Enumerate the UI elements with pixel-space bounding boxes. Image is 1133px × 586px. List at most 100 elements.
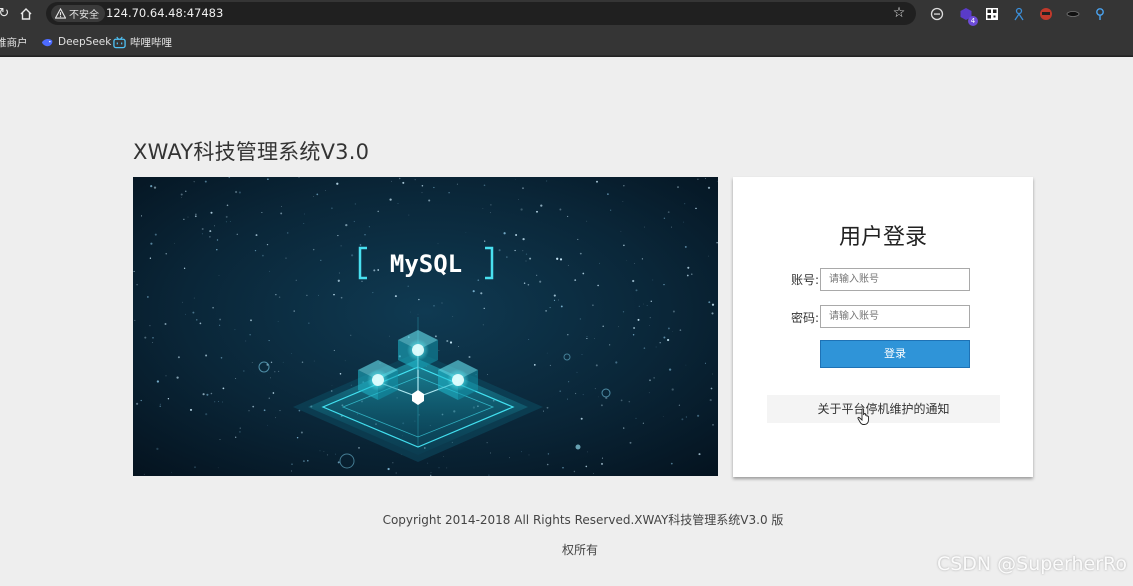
star-dot (437, 243, 439, 245)
star-dot (684, 245, 687, 248)
star-dot (623, 185, 625, 187)
star-dot (229, 221, 231, 222)
star-dot (136, 283, 138, 286)
bookmark-item-deepseek[interactable]: DeepSeek (41, 34, 111, 50)
star-dot (302, 460, 305, 463)
extension-figure-icon[interactable] (1010, 5, 1028, 23)
login-button[interactable]: 登录 (820, 340, 970, 368)
star-dot (620, 399, 623, 402)
account-input[interactable] (820, 268, 970, 291)
warning-icon (55, 8, 66, 19)
star-dot (301, 361, 304, 363)
star-dot (337, 279, 340, 282)
zoom-out-icon[interactable] (928, 5, 946, 23)
star-dot (156, 447, 159, 451)
star-dot (293, 310, 295, 312)
extension-glasses-icon[interactable] (1064, 5, 1082, 23)
star-dot (206, 393, 209, 396)
password-input[interactable] (820, 305, 970, 328)
star-dot (304, 213, 305, 215)
extension-hexagon-icon[interactable]: 4 (957, 5, 978, 26)
star-dot (567, 264, 569, 266)
star-dot (181, 196, 182, 198)
star-dot (449, 341, 453, 344)
star-dot (267, 424, 268, 426)
star-dot (577, 238, 579, 240)
star-dot (373, 269, 376, 272)
bookmark-label: 唯商户 (0, 36, 28, 49)
star-dot (600, 462, 604, 465)
star-dot (434, 335, 437, 338)
star-dot (278, 296, 281, 298)
star-dot (291, 463, 293, 465)
star-dot (337, 235, 339, 237)
star-dot (255, 234, 258, 237)
star-dot (655, 346, 657, 348)
star-dot (275, 294, 277, 296)
star-dot (216, 239, 219, 241)
star-dot (712, 373, 713, 375)
url-text[interactable]: 124.70.64.48:47483 (106, 2, 223, 25)
star-dot (410, 311, 411, 313)
star-dot (599, 262, 600, 264)
star-dot (235, 190, 238, 194)
star-dot (372, 292, 374, 294)
mysql-banner-image: MySQL (133, 177, 718, 476)
star-dot (388, 335, 390, 337)
star-dot (441, 302, 443, 304)
star-dot (446, 339, 449, 343)
star-dot (333, 349, 335, 351)
star-dot (143, 473, 145, 475)
star-dot (573, 470, 576, 473)
csdn-watermark: CSDN @SuperherRo (936, 553, 1127, 575)
star-dot (581, 354, 583, 355)
maintenance-notice-link[interactable]: 关于平台停机维护的通知 (767, 395, 1000, 423)
star-dot (209, 230, 212, 233)
star-dot (345, 223, 348, 227)
star-dot (316, 193, 319, 196)
reload-icon[interactable]: ↻ (0, 4, 14, 24)
address-bar[interactable]: 不安全 124.70.64.48:47483 ☆ (46, 2, 916, 25)
account-label: 账号: (790, 273, 819, 287)
star-dot (708, 301, 711, 304)
star-dot (326, 454, 329, 456)
extension-qr-icon[interactable] (983, 5, 1001, 23)
security-chip[interactable]: 不安全 (51, 5, 105, 22)
star-dot (318, 294, 319, 296)
star-dot (377, 269, 380, 271)
star-dot (291, 470, 292, 472)
star-dot (210, 392, 213, 395)
star-dot (312, 248, 315, 251)
star-dot (205, 413, 208, 416)
bookmark-item-bilibili[interactable]: 哔哩哔哩 (113, 34, 172, 50)
star-dot (527, 284, 530, 286)
star-dot (153, 186, 157, 189)
extension-pin-icon[interactable] (1091, 5, 1109, 23)
bookmark-item[interactable]: 唯商户 (0, 34, 28, 50)
star-dot (225, 221, 227, 223)
star-dot (377, 210, 379, 213)
star-dot (279, 410, 281, 412)
star-dot (220, 357, 223, 359)
star-dot (331, 207, 333, 210)
star-dot (212, 306, 214, 309)
star-dot (607, 193, 609, 195)
bookmark-star-icon[interactable]: ☆ (890, 4, 908, 22)
star-dot (391, 180, 392, 182)
star-dot (438, 350, 440, 351)
home-icon[interactable] (16, 4, 36, 24)
star-dot (216, 248, 218, 251)
star-dot (338, 272, 340, 274)
star-dot (205, 354, 208, 357)
extension-mask-icon[interactable] (1037, 5, 1055, 23)
star-dot (649, 325, 650, 326)
star-dot (214, 401, 216, 403)
star-dot (150, 242, 153, 245)
star-dot (222, 387, 225, 390)
star-dot (150, 185, 153, 188)
star-dot (620, 230, 622, 232)
star-dot (487, 374, 489, 375)
star-dot (567, 398, 568, 400)
star-dot (193, 181, 195, 183)
star-dot (638, 305, 640, 307)
